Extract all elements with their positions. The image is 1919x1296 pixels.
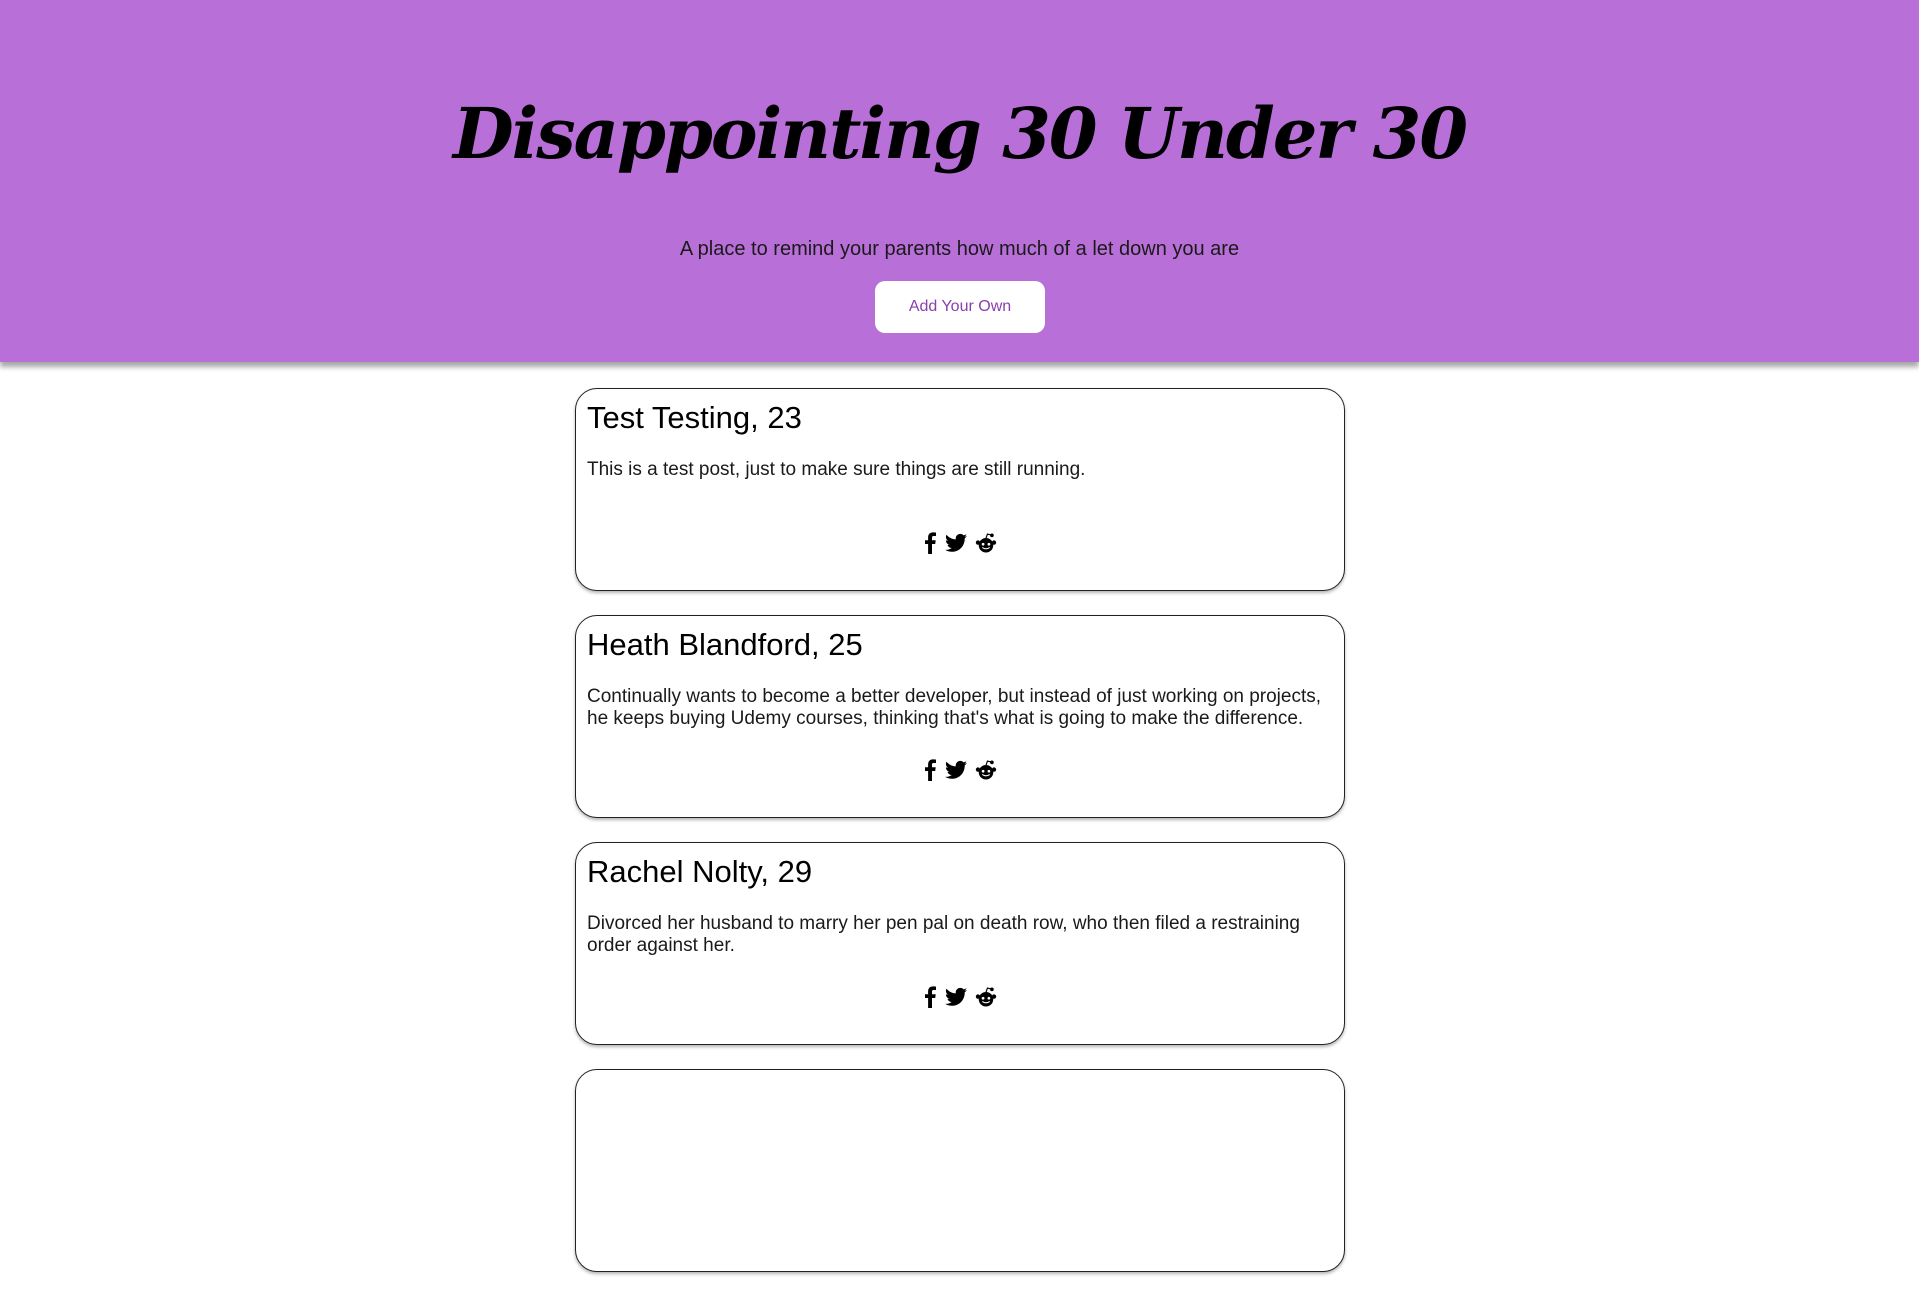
reddit-icon[interactable] xyxy=(975,987,997,1007)
post-body: Divorced her husband to marry her pen pa… xyxy=(587,913,1300,956)
share-links xyxy=(576,532,1344,556)
post-title: Test Testing, 23 xyxy=(587,400,802,435)
post-feed: Test Testing, 23 This is a test post, ju… xyxy=(575,388,1345,1296)
post-body: Continually wants to become a better dev… xyxy=(587,686,1322,729)
post-body: This is a test post, just to make sure t… xyxy=(587,459,1086,480)
post-title: Rachel Nolty, 29 xyxy=(587,854,813,889)
post-card: Rachel Nolty, 29 Divorced her husband to… xyxy=(575,842,1345,1045)
add-your-own-button[interactable]: Add Your Own xyxy=(875,281,1045,333)
facebook-icon[interactable] xyxy=(923,759,937,781)
post-card: Test Testing, 23 This is a test post, ju… xyxy=(575,388,1345,591)
hero-header: Disappointing 30 Under 30 A place to rem… xyxy=(0,0,1919,362)
post-title: Heath Blandford, 25 xyxy=(587,627,863,662)
reddit-icon[interactable] xyxy=(975,533,997,553)
twitter-icon[interactable] xyxy=(945,760,967,780)
facebook-icon[interactable] xyxy=(923,986,937,1008)
reddit-icon[interactable] xyxy=(975,760,997,780)
twitter-icon[interactable] xyxy=(945,987,967,1007)
post-card-partial xyxy=(575,1069,1345,1272)
page-subtitle: A place to remind your parents how much … xyxy=(679,238,1240,260)
twitter-icon[interactable] xyxy=(945,533,967,553)
page-title: Disappointing 30 Under 30 xyxy=(452,92,1468,175)
post-card: Heath Blandford, 25 Continually wants to… xyxy=(575,615,1345,818)
share-links xyxy=(576,759,1344,783)
share-links xyxy=(576,986,1344,1010)
facebook-icon[interactable] xyxy=(923,532,937,554)
